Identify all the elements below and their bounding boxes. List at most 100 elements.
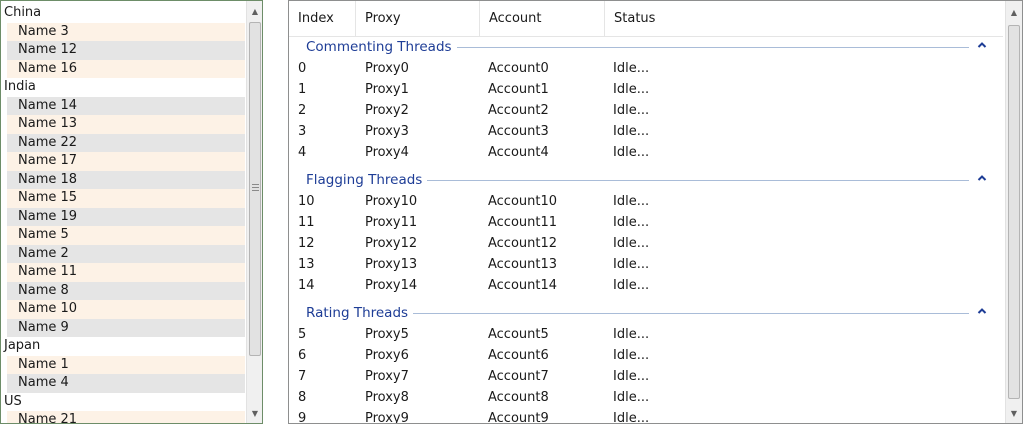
tree-list-item[interactable]: Name 2 xyxy=(7,244,245,263)
names-tree-list: China Name 3 Name 12 Name 16 India Name 14 Nam… xyxy=(1,4,245,423)
proxy-cell: Proxy14 xyxy=(365,278,418,293)
scroll-up-arrow-icon[interactable]: ▲ xyxy=(1006,4,1022,21)
column-header-proxy[interactable]: Proxy xyxy=(356,1,480,36)
status-cell: Idle... xyxy=(613,369,650,384)
proxy-cell: Proxy5 xyxy=(365,327,409,342)
table-row[interactable]: 8 Proxy8 Account8 Idle... xyxy=(289,387,1003,408)
chevron-up-icon[interactable] xyxy=(975,304,989,318)
group-header-row[interactable]: Flagging Threads xyxy=(289,168,1003,192)
right-vertical-scrollbar[interactable]: ▲ ▼ xyxy=(1005,1,1022,423)
group-header-row[interactable]: Commenting Threads xyxy=(289,35,1003,59)
column-header-row: Index Proxy Account Status xyxy=(289,1,1003,37)
index-cell: 9 xyxy=(298,411,307,424)
index-cell: 5 xyxy=(298,327,307,342)
proxy-cell: Proxy2 xyxy=(365,103,409,118)
index-cell: 13 xyxy=(298,257,315,272)
status-cell: Idle... xyxy=(613,411,650,424)
status-cell: Idle... xyxy=(613,215,650,230)
proxy-cell: Proxy1 xyxy=(365,82,409,97)
account-cell: Account14 xyxy=(488,278,558,293)
tree-list-item[interactable]: Name 4 xyxy=(7,374,245,393)
tree-list-item[interactable]: Name 13 xyxy=(7,115,245,134)
account-cell: Account3 xyxy=(488,124,549,139)
column-header-index[interactable]: Index xyxy=(289,1,356,36)
proxy-cell: Proxy10 xyxy=(365,194,418,209)
tree-list-item[interactable]: Name 10 xyxy=(7,300,245,319)
scroll-down-arrow-icon[interactable]: ▼ xyxy=(247,405,262,422)
tree-list-item[interactable]: Name 14 xyxy=(7,96,245,115)
column-header-status[interactable]: Status xyxy=(605,1,1003,36)
tree-list-item[interactable]: Name 12 xyxy=(7,41,245,60)
tree-list-item[interactable]: Name 1 xyxy=(7,355,245,374)
tree-list-item[interactable]: Name 5 xyxy=(7,226,245,245)
column-header-account[interactable]: Account xyxy=(480,1,605,36)
threads-list-view: Index Proxy Account Status Commenting Th… xyxy=(288,0,1023,424)
account-cell: Account12 xyxy=(488,236,558,251)
table-row[interactable]: 13 Proxy13 Account13 Idle... xyxy=(289,254,1003,275)
tree-list-item[interactable]: Name 19 xyxy=(7,207,245,226)
tree-list-item[interactable]: Name 15 xyxy=(7,189,245,208)
tree-list-item[interactable]: Name 9 xyxy=(7,318,245,337)
index-cell: 6 xyxy=(298,348,307,363)
table-row[interactable]: 1 Proxy1 Account1 Idle... xyxy=(289,79,1003,100)
tree-list-item[interactable]: Name 18 xyxy=(7,170,245,189)
table-row[interactable]: 11 Proxy11 Account11 Idle... xyxy=(289,212,1003,233)
tree-list-item[interactable]: Name 8 xyxy=(7,281,245,300)
scrollbar-thumb[interactable] xyxy=(1008,25,1020,399)
account-cell: Account2 xyxy=(488,103,549,118)
account-cell: Account9 xyxy=(488,411,549,424)
scrollbar-thumb[interactable] xyxy=(249,22,261,356)
proxy-cell: Proxy11 xyxy=(365,215,418,230)
table-row[interactable]: 5 Proxy5 Account5 Idle... xyxy=(289,324,1003,345)
index-cell: 7 xyxy=(298,369,307,384)
scroll-down-arrow-icon[interactable]: ▼ xyxy=(1006,405,1022,422)
table-row[interactable]: 9 Proxy9 Account9 Idle... xyxy=(289,408,1003,424)
tree-group-header[interactable]: US xyxy=(1,392,245,411)
left-vertical-scrollbar[interactable]: ▲ ▼ xyxy=(246,1,262,423)
status-cell: Idle... xyxy=(613,103,650,118)
account-cell: Account4 xyxy=(488,145,549,160)
index-cell: 10 xyxy=(298,194,315,209)
index-cell: 12 xyxy=(298,236,315,251)
status-cell: Idle... xyxy=(613,278,650,293)
proxy-cell: Proxy13 xyxy=(365,257,418,272)
table-row[interactable]: 7 Proxy7 Account7 Idle... xyxy=(289,366,1003,387)
index-cell: 3 xyxy=(298,124,307,139)
index-cell: 1 xyxy=(298,82,307,97)
index-cell: 8 xyxy=(298,390,307,405)
status-cell: Idle... xyxy=(613,61,650,76)
tree-list-item[interactable]: Name 3 xyxy=(7,22,245,41)
account-cell: Account1 xyxy=(488,82,549,97)
table-row[interactable]: 10 Proxy10 Account10 Idle... xyxy=(289,191,1003,212)
group-header-row[interactable]: Rating Threads xyxy=(289,301,1003,325)
proxy-cell: Proxy6 xyxy=(365,348,409,363)
tree-group-header[interactable]: China xyxy=(1,4,245,23)
scroll-up-arrow-icon[interactable]: ▲ xyxy=(247,3,262,20)
account-cell: Account13 xyxy=(488,257,558,272)
tree-list-item[interactable]: Name 17 xyxy=(7,152,245,171)
account-cell: Account6 xyxy=(488,348,549,363)
table-row[interactable]: 0 Proxy0 Account0 Idle... xyxy=(289,58,1003,79)
tree-list-item[interactable]: Name 21 xyxy=(7,411,245,423)
status-cell: Idle... xyxy=(613,194,650,209)
status-cell: Idle... xyxy=(613,82,650,97)
tree-group-header[interactable]: Japan xyxy=(1,337,245,356)
account-cell: Account8 xyxy=(488,390,549,405)
table-row[interactable]: 14 Proxy14 Account14 Idle... xyxy=(289,275,1003,296)
tree-list-item[interactable]: Name 22 xyxy=(7,133,245,152)
chevron-up-icon[interactable] xyxy=(975,38,989,52)
status-cell: Idle... xyxy=(613,327,650,342)
table-row[interactable]: 6 Proxy6 Account6 Idle... xyxy=(289,345,1003,366)
proxy-cell: Proxy9 xyxy=(365,411,409,424)
tree-list-item[interactable]: Name 16 xyxy=(7,59,245,78)
account-cell: Account7 xyxy=(488,369,549,384)
account-cell: Account11 xyxy=(488,215,558,230)
table-row[interactable]: 12 Proxy12 Account12 Idle... xyxy=(289,233,1003,254)
tree-list-item[interactable]: Name 11 xyxy=(7,263,245,282)
table-row[interactable]: 4 Proxy4 Account4 Idle... xyxy=(289,142,1003,163)
index-cell: 2 xyxy=(298,103,307,118)
table-row[interactable]: 2 Proxy2 Account2 Idle... xyxy=(289,100,1003,121)
chevron-up-icon[interactable] xyxy=(975,171,989,185)
tree-group-header[interactable]: India xyxy=(1,78,245,97)
table-row[interactable]: 3 Proxy3 Account3 Idle... xyxy=(289,121,1003,142)
